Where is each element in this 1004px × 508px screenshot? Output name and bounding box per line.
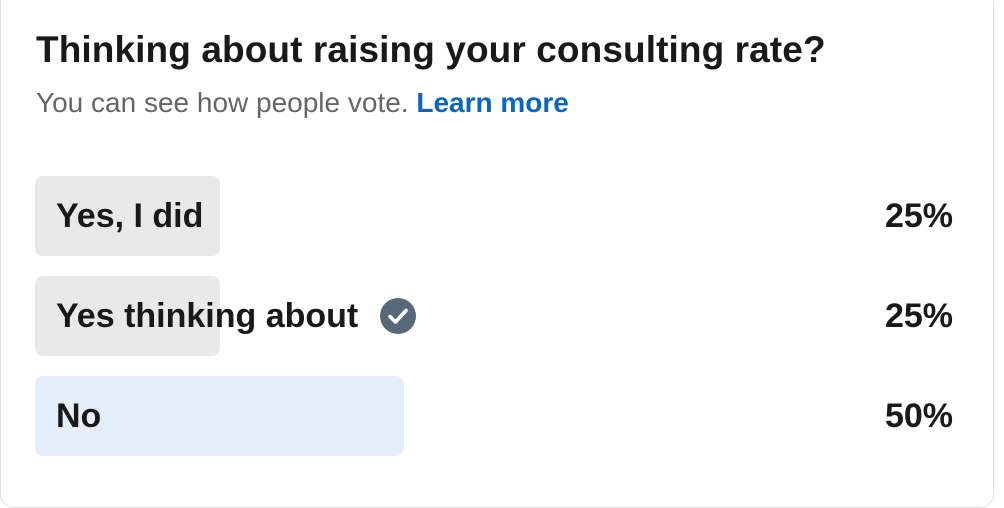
poll-title: Thinking about raising your consulting r… bbox=[36, 29, 826, 70]
poll-option-no[interactable]: No 50% bbox=[35, 376, 955, 456]
learn-more-link[interactable]: Learn more bbox=[416, 87, 569, 118]
poll-option-yes-thinking-about[interactable]: Yes thinking about 25% bbox=[35, 276, 955, 356]
poll-option-yes-i-did[interactable]: Yes, I did 25% bbox=[35, 176, 955, 256]
poll-card: Thinking about raising your consulting r… bbox=[0, 0, 994, 508]
poll-option-label: Yes, I did bbox=[56, 176, 203, 256]
poll-option-label: No bbox=[56, 376, 101, 456]
poll-option-label: Yes thinking about bbox=[56, 276, 417, 356]
poll-visibility-note: You can see how people vote. bbox=[36, 87, 409, 118]
poll-option-text: No bbox=[56, 397, 102, 435]
poll-option-text: Yes thinking about bbox=[56, 297, 359, 335]
poll-option-percent: 25% bbox=[884, 197, 953, 235]
check-circle-icon bbox=[380, 298, 417, 334]
poll-option-percent: 50% bbox=[884, 397, 953, 435]
poll-option-percent: 25% bbox=[884, 297, 953, 335]
poll-option-text: Yes, I did bbox=[56, 197, 204, 235]
poll-subtitle: You can see how people vote. Learn more bbox=[36, 87, 569, 119]
